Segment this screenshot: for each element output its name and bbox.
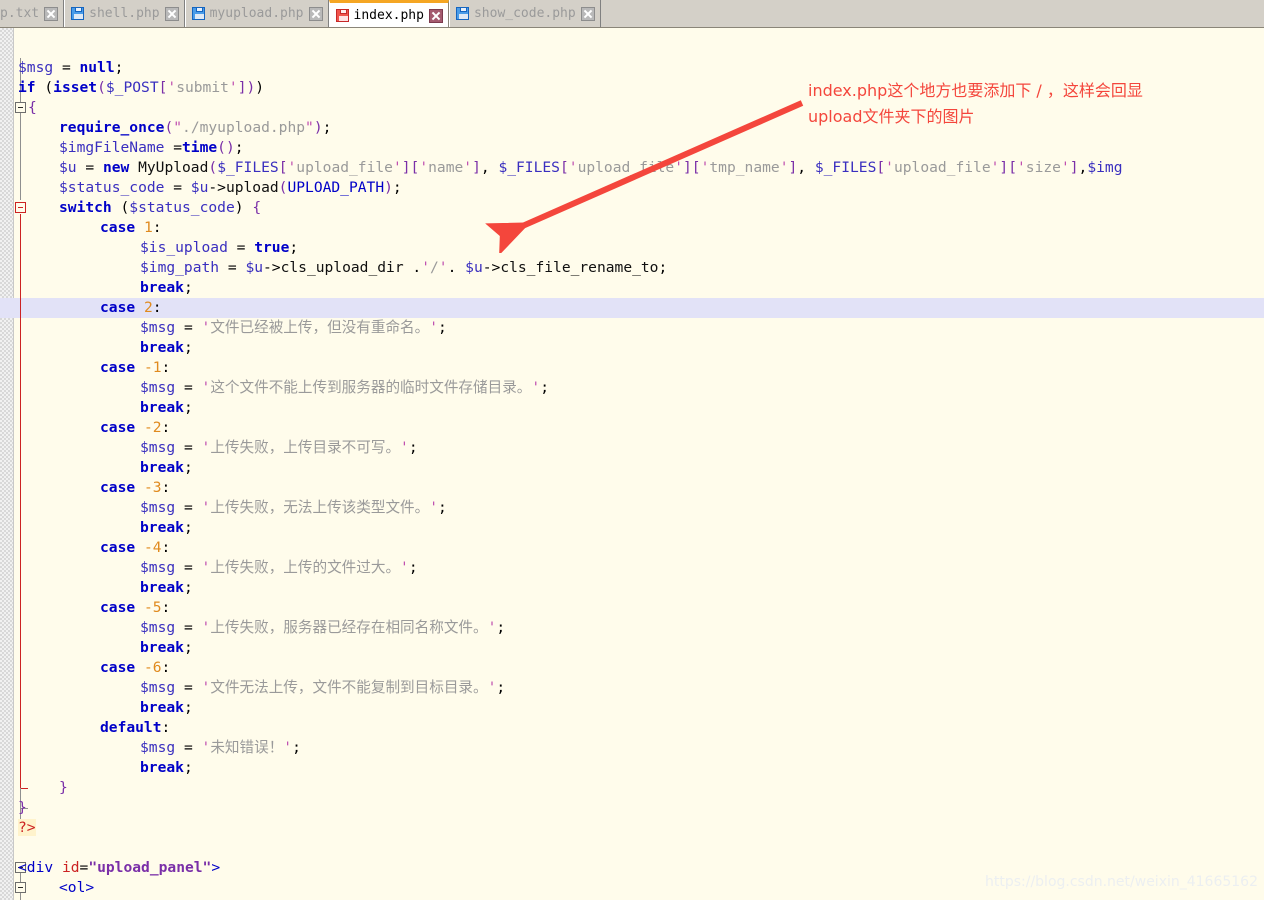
close-icon[interactable] [164, 6, 179, 21]
code-line: case 2: [100, 299, 162, 316]
floppy-icon [191, 7, 205, 20]
code-line: case -1: [100, 359, 171, 376]
code-line: break; [140, 279, 193, 296]
editor-tab-bar: p.txt shell.php myupload.php index.php s… [0, 0, 1264, 28]
code-line: $msg = '上传失败，上传目录不可写。'; [140, 439, 418, 456]
tab-label: myupload.php [209, 6, 304, 21]
code-line: case 1: [100, 219, 162, 236]
code-line: $status_code = $u->upload(UPLOAD_PATH); [59, 179, 402, 196]
floppy-icon [71, 7, 85, 20]
code-line: $msg = '文件无法上传，文件不能复制到目标目录。'; [140, 679, 506, 696]
floppy-icon [455, 7, 469, 20]
code-line: $is_upload = true; [140, 239, 299, 256]
code-line: $img_path = $u->cls_upload_dir .'/'. $u-… [140, 259, 668, 276]
code-editor[interactable]: $msg = null; if (isset($_POST['submit'])… [0, 28, 1264, 900]
tab-label: index.php [353, 8, 424, 23]
code-line: $msg = '这个文件不能上传到服务器的临时文件存储目录。'; [140, 379, 549, 396]
code-line: } [59, 779, 68, 796]
code-line: if (isset($_POST['submit'])) [18, 79, 265, 96]
tab-show-code-php[interactable]: show_code.php [448, 0, 601, 27]
code-line: <ol> [59, 879, 95, 896]
code-line: $imgFileName =time(); [59, 139, 244, 156]
code-line: } [18, 799, 27, 816]
code-line: break; [140, 339, 193, 356]
tab-label: shell.php [89, 6, 160, 21]
tab-label: show_code.php [473, 6, 576, 21]
tab-myupload-php[interactable]: myupload.php [184, 0, 329, 27]
code-line: case -3: [100, 479, 171, 496]
code-line: break; [140, 639, 193, 656]
code-line: break; [140, 699, 193, 716]
code-line: $msg = '上传失败，上传的文件过大。'; [140, 559, 418, 576]
code-line: $u = new MyUpload($_FILES['upload_file']… [59, 159, 1123, 176]
floppy-icon [335, 9, 349, 22]
close-icon[interactable] [580, 6, 595, 21]
code-line: break; [140, 759, 193, 776]
close-icon[interactable] [308, 6, 323, 21]
tab-p-txt[interactable]: p.txt [0, 0, 65, 27]
close-icon[interactable] [44, 6, 59, 21]
tab-label: p.txt [0, 6, 40, 21]
code-line: require_once("./myupload.php"); [59, 119, 332, 136]
code-line: case -5: [100, 599, 171, 616]
code-content[interactable]: $msg = null; if (isset($_POST['submit'])… [14, 28, 1264, 900]
code-line: default: [100, 719, 171, 736]
code-line: break; [140, 579, 193, 596]
code-line: break; [140, 459, 193, 476]
code-line: { [28, 99, 37, 116]
code-line: <div id="upload_panel"> [18, 859, 221, 876]
tab-index-php[interactable]: index.php [328, 0, 449, 27]
code-line: $msg = '上传失败，无法上传该类型文件。'; [140, 499, 447, 516]
editor-margin-strip [0, 28, 13, 900]
code-line: case -6: [100, 659, 171, 676]
close-icon[interactable] [428, 8, 443, 23]
code-line: switch ($status_code) { [59, 199, 262, 216]
code-line: case -4: [100, 539, 171, 556]
tab-shell-php[interactable]: shell.php [64, 0, 185, 27]
code-line: $msg = '未知错误！'; [140, 739, 301, 756]
code-line: $msg = null; [18, 59, 124, 76]
code-line: $msg = '上传失败，服务器已经存在相同名称文件。'; [140, 619, 506, 636]
code-line: $msg = '文件已经被上传，但没有重命名。'; [140, 319, 447, 336]
code-line: case -2: [100, 419, 171, 436]
code-line: break; [140, 399, 193, 416]
code-line: break; [140, 519, 193, 536]
code-line: ?> [18, 819, 36, 836]
